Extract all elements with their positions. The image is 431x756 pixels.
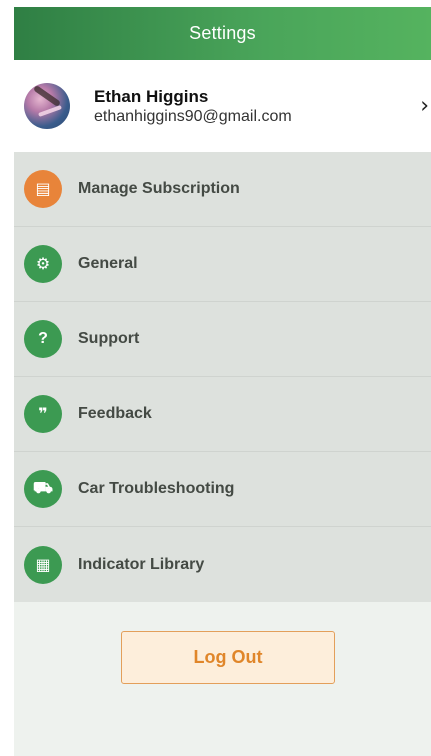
car-icon: ⛟ xyxy=(24,470,62,508)
settings-screen: Settings Ethan Higgins ethanhiggins90@gm… xyxy=(14,7,431,756)
menu-item-support[interactable]: ? Support xyxy=(14,302,431,377)
menu-item-indicator-library[interactable]: ▦ Indicator Library xyxy=(14,527,431,602)
menu-item-label: Manage Subscription xyxy=(78,180,240,197)
menu-item-manage-subscription[interactable]: ▤ Manage Subscription xyxy=(14,152,431,227)
settings-menu: ▤ Manage Subscription ⚙ General ? Suppor… xyxy=(14,152,431,602)
avatar xyxy=(24,83,70,129)
profile-row[interactable]: Ethan Higgins ethanhiggins90@gmail.com › xyxy=(14,60,431,152)
library-book-icon: ▦ xyxy=(24,545,62,584)
footer-area: Log Out xyxy=(14,602,431,754)
menu-item-label: Indicator Library xyxy=(78,555,205,573)
menu-item-label: Car Troubleshooting xyxy=(78,480,235,497)
menu-item-car-troubleshooting[interactable]: ⛟ Car Troubleshooting xyxy=(14,452,431,527)
menu-item-feedback[interactable]: ❞ Feedback xyxy=(14,377,431,452)
profile-text: Ethan Higgins ethanhiggins90@gmail.com xyxy=(94,87,292,126)
logout-button[interactable]: Log Out xyxy=(121,631,335,684)
menu-item-label: Support xyxy=(78,330,140,347)
gear-list-icon: ⚙ xyxy=(24,245,62,283)
page-title: Settings xyxy=(189,23,256,43)
support-chat-icon: ? xyxy=(24,320,62,358)
profile-name: Ethan Higgins xyxy=(94,86,209,106)
menu-item-label: Feedback xyxy=(78,405,152,422)
feedback-bubble-icon: ❞ xyxy=(24,395,62,433)
profile-email: ethanhiggins90@gmail.com xyxy=(94,107,292,125)
menu-item-label: General xyxy=(78,255,138,272)
header-bar: Settings xyxy=(14,7,431,60)
menu-item-general[interactable]: ⚙ General xyxy=(14,227,431,302)
subscription-card-icon: ▤ xyxy=(24,170,62,208)
chevron-right-icon: › xyxy=(420,93,429,119)
